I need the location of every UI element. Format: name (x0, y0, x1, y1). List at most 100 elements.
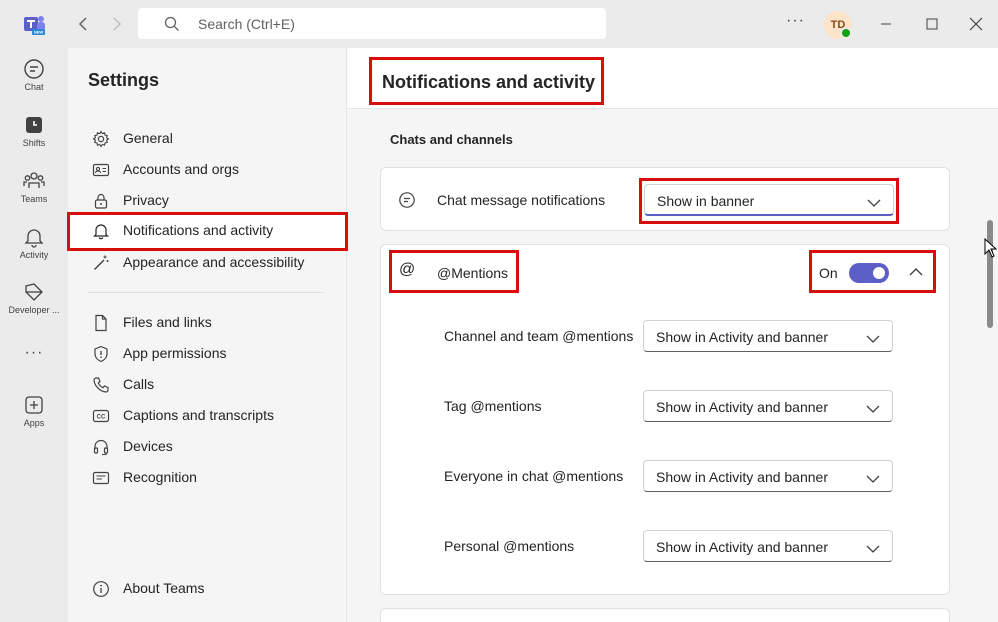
nav-item-label: Captions and transcripts (123, 407, 274, 423)
rail-label: Developer ... (8, 305, 60, 315)
forward-arrow-icon[interactable] (106, 14, 126, 34)
headset-icon (92, 438, 110, 456)
rail-item-developer-portal[interactable]: Developer ... (0, 281, 68, 315)
search-box[interactable]: Search (Ctrl+E) (138, 8, 606, 39)
nav-item-label: Files and links (123, 314, 212, 330)
nav-item-recognition[interactable]: Recognition (70, 462, 345, 493)
chat-bubble-icon (398, 191, 416, 209)
settings-title: Settings (88, 70, 160, 90)
shifts-icon (26, 117, 42, 133)
chevron-down-icon (866, 331, 880, 343)
dropdown-value: Show in banner (657, 193, 755, 209)
chat-message-card: Chat message notifications Show in banne… (380, 167, 950, 231)
more-options-button[interactable]: ··· (786, 12, 805, 30)
new-badge: NEW (34, 30, 44, 35)
mention-row-label: Tag @mentions (444, 398, 542, 414)
nav-item-label: Appearance and accessibility (123, 254, 305, 270)
lock-icon (92, 192, 110, 210)
bell-icon (92, 222, 110, 240)
title-bar: NEW Search (Ctrl+E) ··· TD (0, 0, 998, 48)
nav-item-devices[interactable]: Devices (70, 431, 345, 462)
mention-row-label: Everyone in chat @mentions (444, 468, 624, 484)
nav-item-notifications[interactable]: Notifications and activity (67, 212, 348, 251)
nav-item-general[interactable]: General (70, 123, 345, 154)
chevron-down-icon (866, 401, 880, 413)
rail-item-activity[interactable]: Activity (0, 226, 68, 260)
search-placeholder: Search (Ctrl+E) (198, 16, 295, 32)
app-rail: Chat Shifts Teams Activity Developer ...… (0, 48, 68, 622)
nav-item-label: App permissions (123, 345, 227, 361)
everyone-mentions-dropdown[interactable]: Show in Activity and banner (643, 460, 893, 492)
phone-icon (92, 376, 110, 394)
nav-item-label: Devices (123, 438, 173, 454)
rail-label: Apps (23, 418, 45, 428)
back-arrow-icon[interactable] (74, 14, 94, 34)
nav-item-about-teams[interactable]: About Teams (70, 573, 345, 604)
nav-item-appearance[interactable]: Appearance and accessibility (70, 247, 345, 278)
mentions-toggle[interactable] (849, 263, 889, 283)
nav-item-files[interactable]: Files and links (70, 307, 345, 338)
rail-item-apps[interactable]: Apps (0, 394, 68, 428)
rail-label: Activity (19, 250, 49, 260)
rail-item-teams[interactable]: Teams (0, 170, 68, 204)
add-apps-icon (25, 396, 43, 414)
dropdown-value: Show in Activity and banner (656, 469, 828, 485)
nav-item-label: Accounts and orgs (123, 161, 239, 177)
settings-nav: Settings General Accounts and orgs Priva… (67, 48, 348, 622)
personal-mentions-dropdown[interactable]: Show in Activity and banner (643, 530, 893, 562)
maximize-button[interactable] (922, 14, 942, 34)
bell-icon (24, 229, 44, 248)
at-sign-icon: @ (399, 261, 416, 278)
rail-more-apps-button[interactable]: ··· (0, 344, 68, 362)
section-title: Chats and channels (390, 132, 513, 147)
close-button[interactable] (966, 14, 986, 34)
tag-mentions-dropdown[interactable]: Show in Activity and banner (643, 390, 893, 422)
scrollbar-thumb[interactable] (987, 220, 993, 328)
gear-icon (92, 130, 110, 148)
chat-icon (24, 59, 44, 79)
nav-item-calls[interactable]: Calls (70, 369, 345, 400)
nav-divider (88, 292, 324, 293)
shield-icon (92, 345, 110, 363)
nav-item-label: Recognition (123, 469, 197, 485)
main-content: Notifications and activity Chats and cha… (348, 48, 998, 622)
svg-text:CC: CC (97, 415, 106, 421)
channel-team-mentions-dropdown[interactable]: Show in Activity and banner (643, 320, 893, 352)
mention-row-label: Channel and team @mentions (444, 328, 634, 344)
toggle-state-label: On (819, 265, 838, 281)
accounts-icon (92, 161, 110, 179)
rail-item-shifts[interactable]: Shifts (0, 114, 68, 148)
teams-icon (23, 172, 45, 188)
mentions-label: @Mentions (437, 265, 509, 281)
rail-label: Chat (24, 82, 44, 92)
nav-item-label: Calls (123, 376, 155, 392)
rail-label: Shifts (22, 138, 46, 148)
nav-item-accounts[interactable]: Accounts and orgs (70, 154, 345, 185)
minimize-button[interactable] (876, 14, 896, 34)
chevron-down-icon (867, 195, 881, 207)
rail-item-chat[interactable]: Chat (0, 58, 68, 92)
presence-available-icon (840, 27, 852, 39)
mention-row-label: Personal @mentions (444, 538, 575, 554)
search-icon (164, 16, 180, 32)
dropdown-value: Show in Activity and banner (656, 329, 828, 345)
next-setting-card (380, 608, 950, 622)
chevron-down-icon (866, 541, 880, 553)
dropdown-value: Show in Activity and banner (656, 399, 828, 415)
nav-item-label: General (123, 130, 173, 146)
nav-item-label: Privacy (123, 192, 169, 208)
nav-item-app-permissions[interactable]: App permissions (70, 338, 345, 369)
chevron-up-icon[interactable] (908, 264, 926, 282)
file-icon (92, 314, 110, 332)
nav-item-label: About Teams (123, 580, 205, 596)
info-icon (92, 580, 110, 598)
teams-logo-icon[interactable]: NEW (22, 12, 46, 36)
nav-item-captions[interactable]: CC Captions and transcripts (70, 400, 345, 431)
toggle-knob (873, 267, 885, 279)
nav-item-privacy[interactable]: Privacy (70, 185, 345, 216)
mouse-cursor-icon (984, 237, 998, 258)
cc-icon: CC (92, 407, 110, 425)
chat-message-dropdown[interactable]: Show in banner (644, 184, 894, 216)
dropdown-value: Show in Activity and banner (656, 539, 828, 555)
main-header: Notifications and activity (348, 48, 998, 109)
